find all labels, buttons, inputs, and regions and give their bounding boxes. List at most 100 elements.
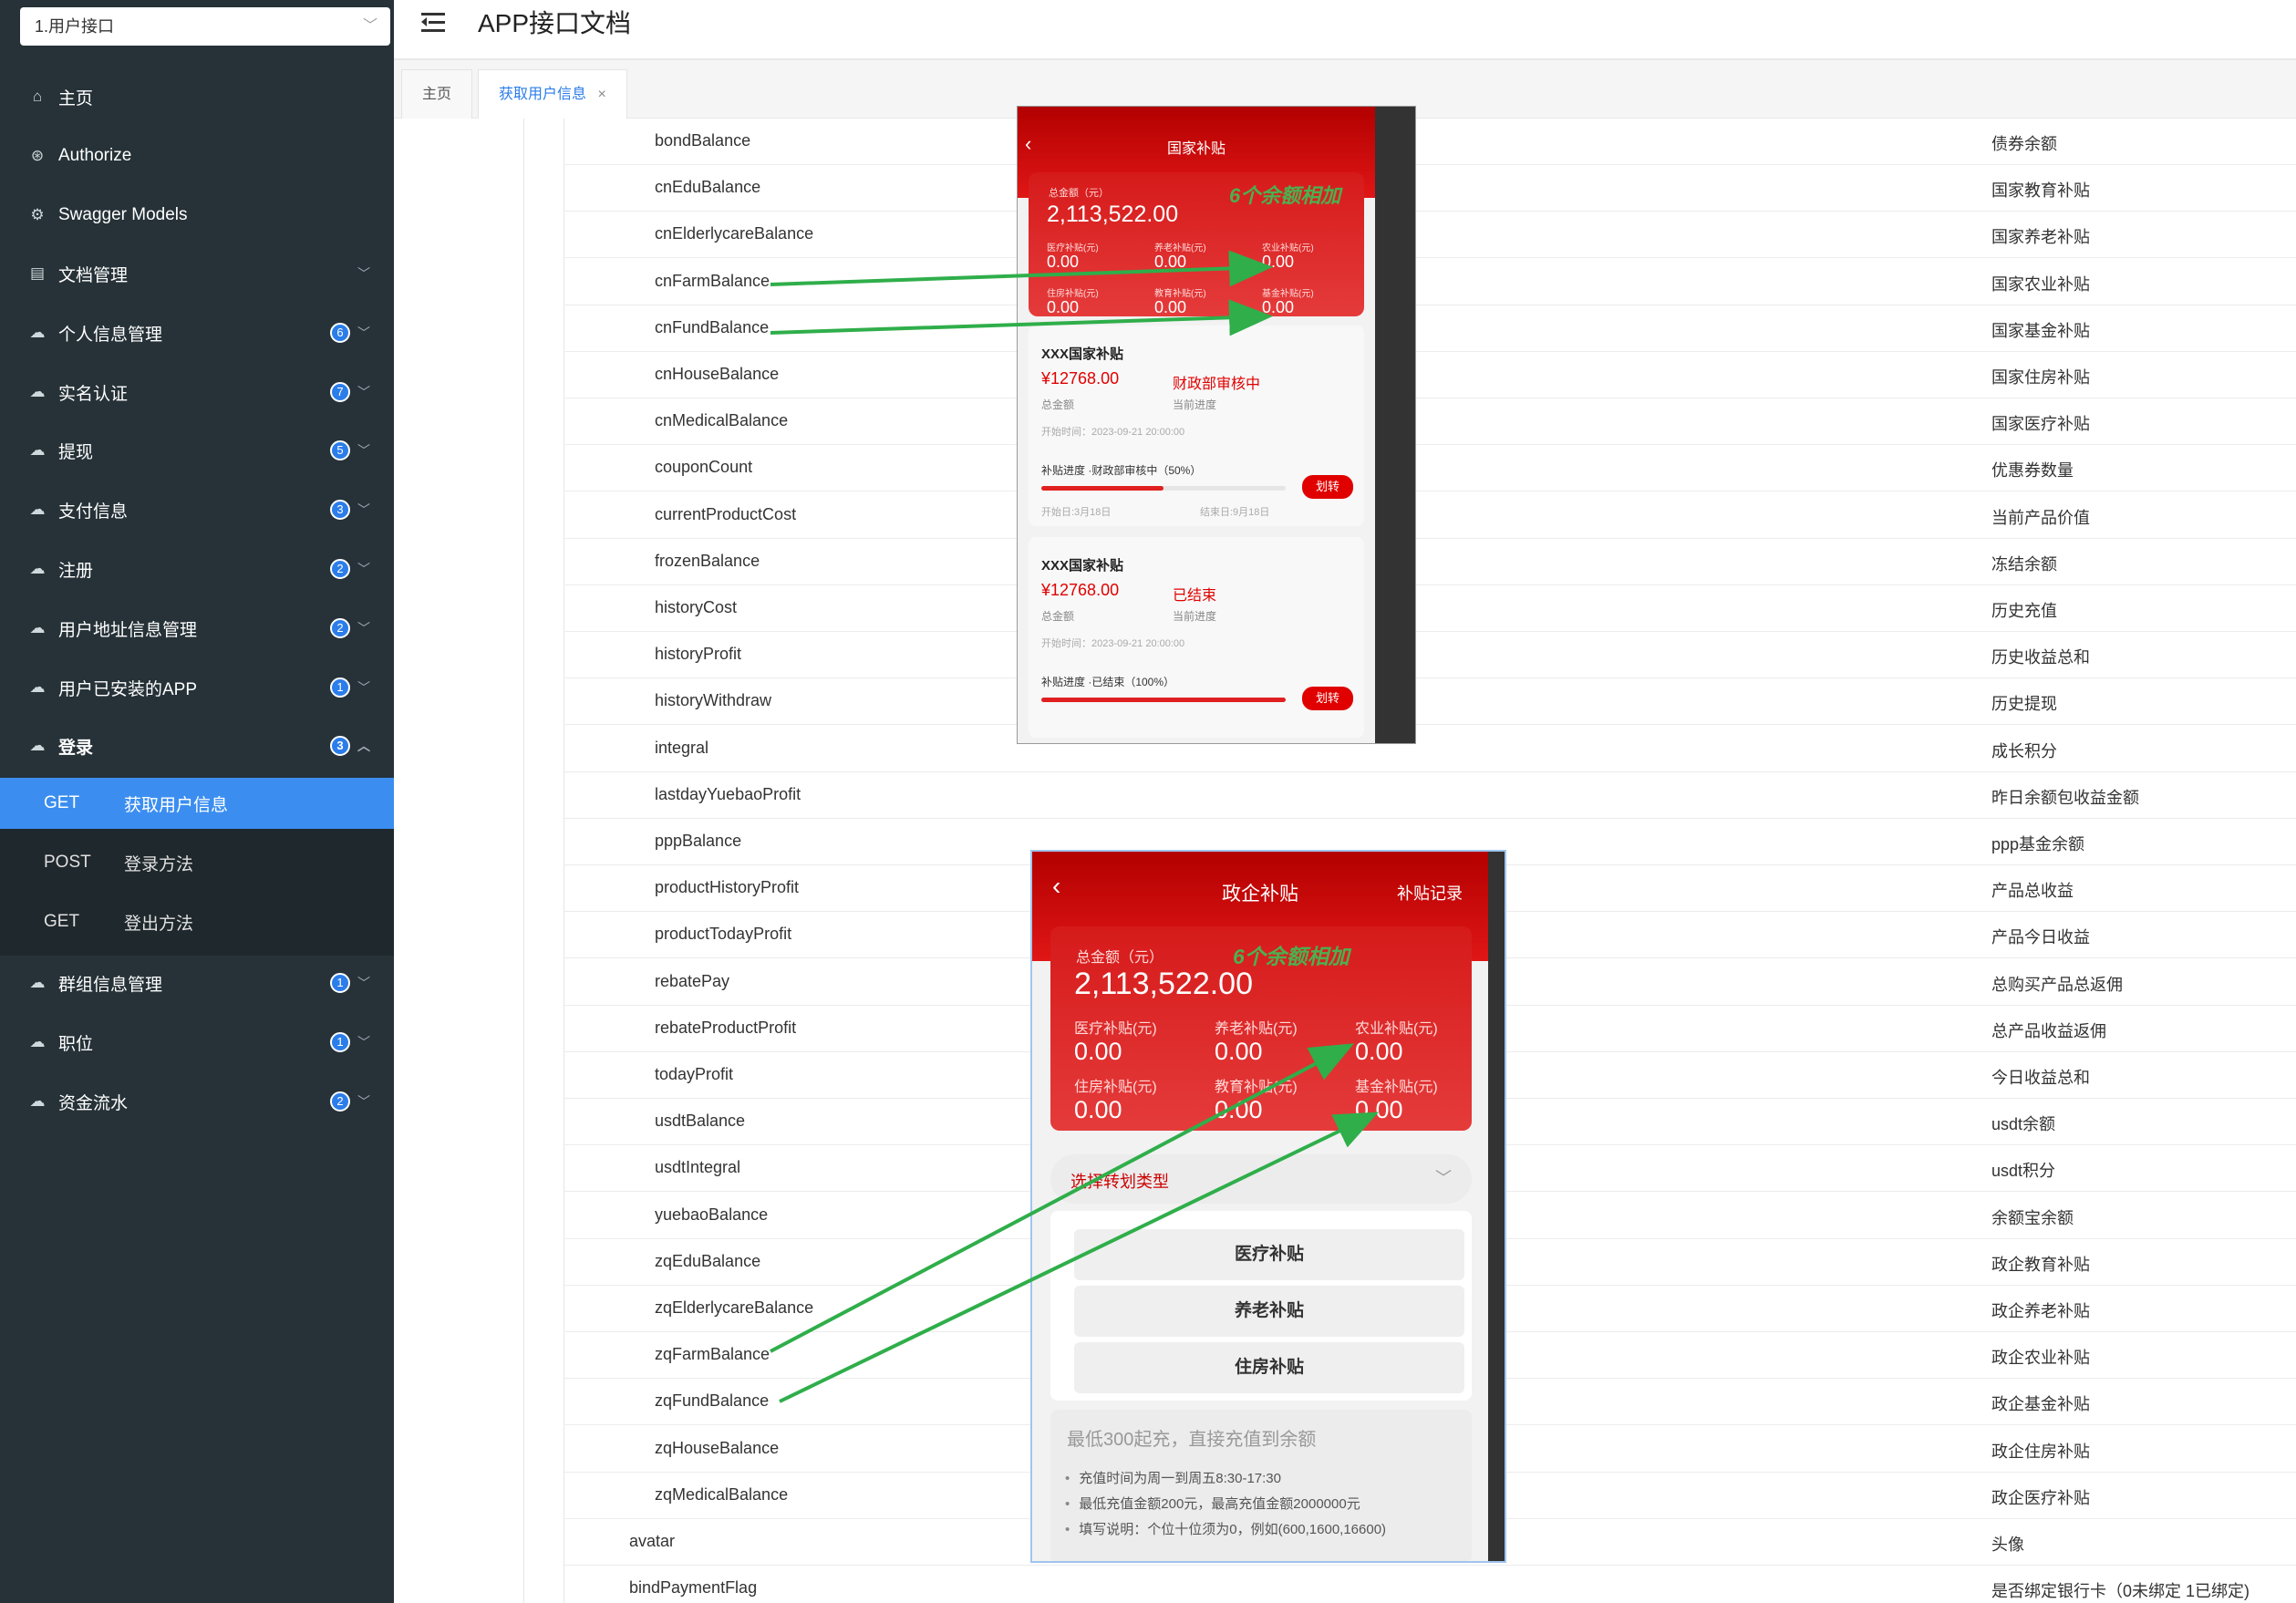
progress-bar	[1041, 698, 1286, 702]
sidebar-item-13[interactable]: ☁ 职位 1 ﹀	[0, 1013, 394, 1071]
sidebar-item-10[interactable]: ☁ 用户已安装的APP 1 ﹀	[0, 658, 394, 717]
field-description: 历史提现	[1991, 695, 2057, 714]
subsidy-option-button: 养老补贴	[1074, 1286, 1464, 1337]
field-description: 历史收益总和	[1991, 648, 2090, 667]
balance-card: 总金额（元） 2,113,522.00 6个余额相加 医疗补贴(元) 0.00 养老…	[1029, 172, 1364, 316]
sidebar-item-2[interactable]: ⚙ Swagger Models	[0, 186, 394, 244]
progress-bar-fill	[1041, 698, 1286, 702]
home-icon: ⌂	[32, 88, 43, 105]
api-group-select[interactable]: 1.用户接口 ﹀	[20, 7, 390, 46]
field-name: frozenBalance	[655, 551, 760, 570]
field-description: 政企基金补贴	[1991, 1395, 2090, 1414]
sidebar-item-0[interactable]: ⌂ 主页	[0, 67, 394, 126]
menu-toggle-icon[interactable]	[421, 9, 449, 36]
sidebar-item-9[interactable]: ☁ 用户地址信息管理 2 ﹀	[0, 599, 394, 657]
note-text: 填写说明：个位十位须为0，例如(600,1600,16600)	[1079, 1522, 1387, 1537]
sidebar-item-8[interactable]: ☁ 注册 2 ﹀	[0, 540, 394, 598]
field-description: 历史充值	[1991, 602, 2057, 620]
field-name: cnFundBalance	[655, 317, 770, 336]
table-row: cnFarmBalance 国家农业补贴	[564, 259, 2296, 305]
annotation-text: 6个余额相加	[1233, 945, 1350, 968]
phone-screenshot-enterprise-subsidy: ‹ 政企补贴 补贴记录 总金额（元） 2,113,522.00 6个余额相加 医…	[1030, 850, 1506, 1563]
api-endpoint-item[interactable]: GET 获取用户信息	[0, 778, 394, 829]
count-badge: 2	[330, 618, 350, 638]
sidebar-item-12[interactable]: ☁ 群组信息管理 1 ﹀	[0, 954, 394, 1012]
card-title: XXX国家补贴	[1041, 346, 1124, 362]
field-name: integral	[655, 738, 709, 757]
chevron-down-icon: ﹀	[357, 976, 370, 990]
card-status-label: 当前进度	[1173, 610, 1217, 623]
field-description: ppp基金余额	[1991, 835, 2085, 853]
count-badge: 3	[330, 500, 350, 520]
sidebar-item-5[interactable]: ☁ 实名认证 7 ﹀	[0, 363, 394, 421]
sidebar-item-14[interactable]: ☁ 资金流水 2 ﹀	[0, 1072, 394, 1131]
close-icon[interactable]: ×	[597, 87, 605, 102]
stat-value: 0.00	[1215, 1038, 1263, 1065]
card-start-time: 开始时间：2023-09-21 20:00:00	[1041, 638, 1185, 649]
count-badge: 1	[330, 1032, 350, 1052]
card-title: XXX国家补贴	[1041, 558, 1124, 574]
table-row: couponCount 优惠券数量	[564, 445, 2296, 492]
field-name: todayProfit	[655, 1065, 734, 1083]
table-row: cnElderlycareBalance 国家养老补贴	[564, 212, 2296, 259]
count-badge: 2	[330, 1091, 350, 1112]
field-name: zqHouseBalance	[655, 1438, 780, 1457]
stat-value: 0.00	[1154, 253, 1187, 271]
hint-text: 最低300起充，直接充值到余额	[1067, 1430, 1317, 1450]
card-amount: ¥12768.00	[1041, 369, 1120, 388]
cloud-icon: ☁	[29, 737, 46, 754]
cloud-icon: ☁	[29, 383, 46, 400]
tab-get-user-info[interactable]: 获取用户信息 ×	[478, 69, 627, 119]
card-amount-label: 总金额	[1041, 610, 1075, 623]
transfer-type-label: 选择转划类型	[1070, 1173, 1169, 1191]
field-name: yuebaoBalance	[655, 1205, 769, 1224]
field-description: usdt余额	[1991, 1115, 2056, 1134]
field-description: 总购买产品总返佣	[1991, 975, 2123, 994]
api-endpoint-item[interactable]: POST 登录方法	[0, 837, 394, 888]
table-row: integral 成长积分	[564, 726, 2296, 772]
sidebar-item-7[interactable]: ☁ 支付信息 3 ﹀	[0, 481, 394, 539]
field-name: historyCost	[655, 598, 738, 616]
note-item: • 充值时间为周一到周五8:30-17:30	[1065, 1468, 1281, 1487]
chevron-down-icon: ﹀	[357, 1035, 370, 1050]
chevron-up-icon: ︿	[357, 739, 370, 753]
table-row: cnMedicalBalance 国家医疗补贴	[564, 398, 2296, 446]
note-item: • 最低充值金额200元，最高充值金额2000000元	[1065, 1494, 1360, 1513]
sidebar-item-1[interactable]: ⊛ Authorize	[0, 127, 394, 185]
field-name: productTodayProfit	[655, 925, 792, 944]
table-row: currentProductCost 当前产品价值	[564, 492, 2296, 539]
stat-value: 0.00	[1262, 253, 1295, 271]
table-row: cnHouseBalance 国家住房补贴	[564, 352, 2296, 398]
field-name: productHistoryProfit	[655, 878, 800, 897]
sidebar-item-4[interactable]: ☁ 个人信息管理 6 ﹀	[0, 304, 394, 362]
field-description: 产品总收益	[1991, 882, 2074, 901]
field-description: 当前产品价值	[1991, 508, 2090, 527]
field-name: zqEduBalance	[655, 1251, 761, 1270]
card-status: 财政部审核中	[1173, 377, 1261, 392]
bullet-icon: •	[1065, 1471, 1070, 1486]
table-row: historyCost 历史充值	[564, 585, 2296, 632]
http-method: POST	[44, 853, 91, 872]
stat-label: 养老补贴(元)	[1154, 243, 1206, 253]
tab-home[interactable]: 主页	[401, 69, 473, 119]
sidebar-item-6[interactable]: ☁ 提现 5 ﹀	[0, 421, 394, 480]
tab-home-label: 主页	[422, 87, 452, 102]
field-name: zqElderlycareBalance	[655, 1298, 814, 1317]
field-description: 国家教育补贴	[1991, 181, 2090, 201]
field-name: lastdayYuebaoProfit	[655, 784, 802, 803]
sidebar-item-11[interactable]: ☁ 登录 3 ︿	[0, 717, 394, 775]
sidebar-item-3[interactable]: ▤ 文档管理 ﹀	[0, 244, 394, 303]
stat-label: 医疗补贴(元)	[1074, 1021, 1157, 1037]
field-name: cnMedicalBalance	[655, 411, 789, 430]
api-endpoint-item[interactable]: GET 登出方法	[0, 896, 394, 947]
field-name: rebateProductProfit	[655, 1018, 797, 1037]
stat-label: 基金补贴(元)	[1355, 1080, 1438, 1095]
field-name: cnEduBalance	[655, 178, 761, 197]
bullet-icon: •	[1065, 1522, 1070, 1537]
field-name: usdtIntegral	[655, 1158, 741, 1177]
stat-value: 0.00	[1074, 1038, 1122, 1065]
stat-label: 教育补贴(元)	[1154, 289, 1206, 299]
lock-icon: ⊛	[30, 147, 45, 164]
total-label: 总金额（元）	[1076, 950, 1164, 966]
table-row: bindPaymentFlag 是否绑定银行卡（0未绑定 1已绑定)	[564, 1566, 2296, 1603]
